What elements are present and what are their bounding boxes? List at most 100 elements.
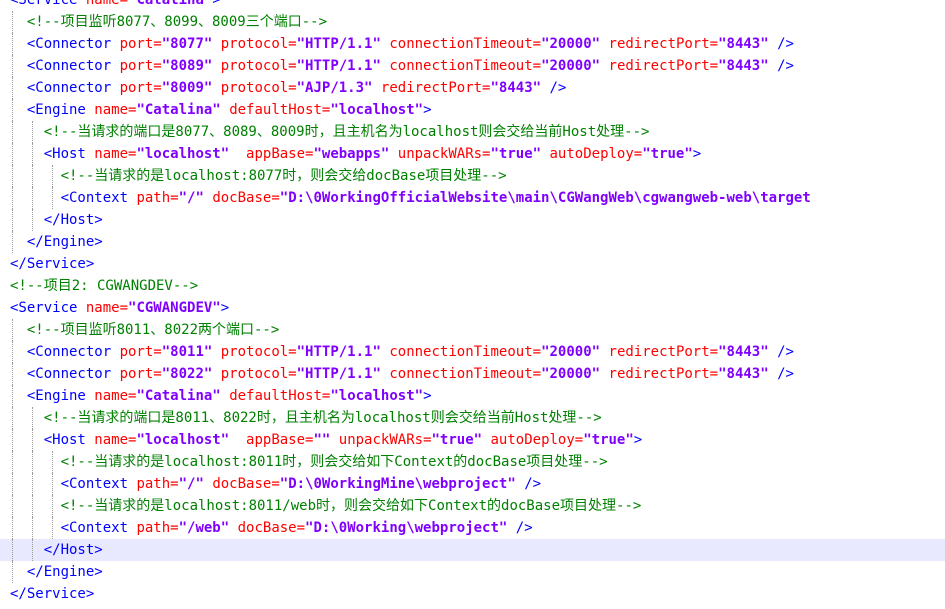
tag-token: /> <box>768 58 794 74</box>
indent-guide <box>52 187 53 209</box>
attr-token: appBase= <box>246 432 314 448</box>
indent-guide <box>12 473 13 495</box>
attr-token: autoDeploy= <box>490 432 584 448</box>
tag-token: </Service> <box>10 586 95 602</box>
code-line[interactable]: <Engine name="Catalina" defaultHost="loc… <box>0 99 945 121</box>
comment-token: <!--当请求的是localhost:8077时，则会交给docBase项目处理… <box>60 168 507 184</box>
code-line[interactable]: <Engine name="Catalina" defaultHost="loc… <box>0 385 945 407</box>
code-line[interactable]: <!--当请求的是localhost:8077时，则会交给docBase项目处理… <box>0 165 945 187</box>
val-token: "true" <box>431 432 483 448</box>
code-line[interactable]: <Service name="Catalina"> <box>0 0 945 11</box>
indent-guide <box>12 143 13 165</box>
tag-token <box>600 366 608 382</box>
code-line[interactable]: </Engine> <box>0 561 945 583</box>
code-line[interactable]: <Service name="CGWANGDEV"> <box>0 297 945 319</box>
code-line[interactable]: </Host> <box>0 209 945 231</box>
indent-guide <box>32 187 33 209</box>
tag-token: > <box>220 300 230 316</box>
code-line[interactable]: </Host> <box>0 539 945 561</box>
val-token: "HTTP/1.1" <box>296 36 381 52</box>
indent-guide <box>12 517 13 539</box>
code-line[interactable]: <Connector port="8009" protocol="AJP/1.3… <box>0 77 945 99</box>
code-line[interactable]: <Connector port="8022" protocol="HTTP/1.… <box>0 363 945 385</box>
tag-token <box>482 432 490 448</box>
tag-token <box>221 102 229 118</box>
code-line[interactable]: <!--当请求的端口是8077、8089、8009时，且主机名为localhos… <box>0 121 945 143</box>
code-line[interactable]: <Context path="/" docBase="D:\0WorkingOf… <box>0 187 945 209</box>
code-line[interactable]: </Service> <box>0 583 945 605</box>
indent-guide <box>12 429 13 451</box>
attr-token: redirectPort= <box>608 58 719 74</box>
tag-token: > <box>423 388 432 404</box>
comment-token: <!--当请求的端口是8077、8089、8009时，且主机名为localhos… <box>43 124 650 140</box>
indent-guide <box>32 165 33 187</box>
code-line[interactable]: <Host name="localhost" appBase="" unpack… <box>0 429 945 451</box>
code-line[interactable]: <Connector port="8077" protocol="HTTP/1.… <box>0 33 945 55</box>
val-token: "webapps" <box>313 146 390 162</box>
indent-guide <box>12 363 13 385</box>
indent-guide <box>12 451 13 473</box>
code-line[interactable]: <Context path="/" docBase="D:\0WorkingMi… <box>0 473 945 495</box>
attr-token: name= <box>94 432 137 448</box>
attr-token: connectionTimeout= <box>389 58 542 74</box>
attr-token: path= <box>136 520 179 536</box>
val-token: "8089" <box>161 58 213 74</box>
tag-token <box>600 344 608 360</box>
val-token: "8443" <box>718 366 769 382</box>
val-token: "localhost" <box>136 146 230 162</box>
tag-token: </Engine> <box>26 234 103 250</box>
val-token: "" <box>313 432 331 448</box>
attr-token: protocol= <box>220 80 297 96</box>
code-line[interactable]: <Host name="localhost" appBase="webapps"… <box>0 143 945 165</box>
indent-guide <box>12 231 13 253</box>
indent-guide <box>32 209 33 231</box>
code-line[interactable]: <Connector port="8011" protocol="HTTP/1.… <box>0 341 945 363</box>
code-line[interactable]: <!--当请求的端口是8011、8022时，且主机名为localhost则会交给… <box>0 407 945 429</box>
code-editor[interactable]: <Service name="Catalina"> <!--项目监听8077、8… <box>0 0 945 609</box>
tag-token: </Service> <box>10 256 95 272</box>
indent-guide <box>12 11 13 33</box>
attr-token: port= <box>119 80 162 96</box>
tag-token: <Service <box>10 300 86 316</box>
tag-token: /> <box>515 476 542 492</box>
code-line[interactable]: <!--当请求的是localhost:8011时，则会交给如下Context的d… <box>0 451 945 473</box>
code-line[interactable]: <!--项目监听8011、8022两个端口--> <box>0 319 945 341</box>
attr-token: path= <box>136 476 179 492</box>
attr-token: name= <box>85 0 129 8</box>
attr-token: redirectPort= <box>608 344 719 360</box>
val-token: "AJP/1.3" <box>296 80 373 96</box>
indent-guide <box>12 539 13 561</box>
tag-token: /> <box>768 344 794 360</box>
code-line[interactable]: <!--项目监听8077、8099、8009三个端口--> <box>0 11 945 33</box>
code-lines: <Service name="Catalina"> <!--项目监听8077、8… <box>0 0 945 605</box>
code-line[interactable]: </Service> <box>0 253 945 275</box>
attr-token: defaultHost= <box>229 388 331 404</box>
tag-token: /> <box>541 80 567 96</box>
attr-token: protocol= <box>220 58 297 74</box>
attr-token: redirectPort= <box>608 36 719 52</box>
code-line[interactable]: <!--项目2: CGWANGDEV--> <box>0 275 945 297</box>
indent-guide <box>12 99 13 121</box>
val-token: "Catalina" <box>128 0 213 8</box>
val-token: "D:\0Working\webproject" <box>305 520 508 536</box>
tag-token: <Context <box>60 520 137 536</box>
code-line[interactable]: </Engine> <box>0 231 945 253</box>
attr-token: unpackWARs= <box>397 146 491 162</box>
indent-guide <box>12 407 13 429</box>
code-line[interactable]: <Context path="/web" docBase="D:\0Workin… <box>0 517 945 539</box>
indent-guide <box>12 33 13 55</box>
attr-token: defaultHost= <box>229 102 331 118</box>
tag-token: > <box>633 432 643 448</box>
tag-token: <Connector <box>26 366 120 382</box>
tag-token: > <box>692 146 702 162</box>
val-token: "Catalina" <box>136 388 221 404</box>
val-token: "localhost" <box>330 388 424 404</box>
val-token: "localhost" <box>330 102 424 118</box>
tag-token: > <box>212 0 221 8</box>
val-token: "localhost" <box>136 432 230 448</box>
code-line[interactable]: <!--当请求的是localhost:8011/web时，则会交给如下Conte… <box>0 495 945 517</box>
code-line[interactable]: <Connector port="8089" protocol="HTTP/1.… <box>0 55 945 77</box>
